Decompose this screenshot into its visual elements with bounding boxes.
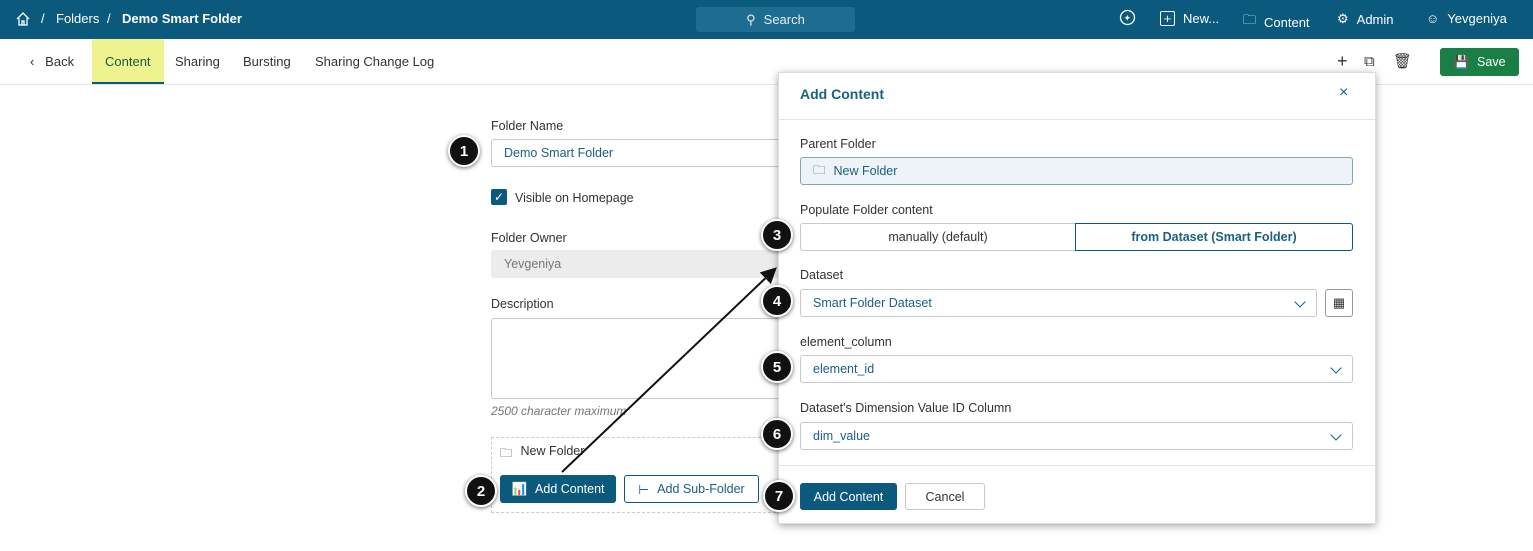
step-badge-3: 3: [761, 219, 793, 251]
step-badge-7: 7: [763, 480, 795, 512]
annotation-arrow: [561, 267, 777, 473]
step-badge-1: 1: [448, 135, 480, 167]
step-badge-2: 2: [465, 475, 497, 507]
step-badge-6: 6: [761, 418, 793, 450]
step-badge-5: 5: [761, 351, 793, 383]
step-badge-4: 4: [761, 285, 793, 317]
